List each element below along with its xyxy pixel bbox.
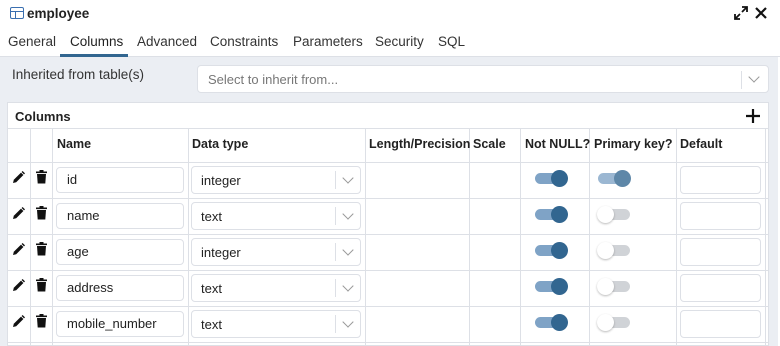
tab-security[interactable]: Security: [375, 34, 424, 49]
chevron-down-icon: [342, 316, 354, 328]
primary-key-toggle[interactable]: [597, 242, 630, 259]
data-type-value: text: [201, 281, 222, 296]
table-icon: [10, 7, 24, 19]
select-divider: [335, 171, 336, 189]
not-null-toggle[interactable]: [535, 170, 568, 187]
title-bar: employee: [0, 0, 780, 28]
tab-columns[interactable]: Columns: [70, 34, 123, 49]
select-divider: [335, 207, 336, 225]
default-value-input[interactable]: [680, 310, 761, 338]
inherit-select[interactable]: Select to inherit from...: [197, 65, 769, 93]
primary-key-toggle[interactable]: [597, 278, 630, 295]
tab-parameters[interactable]: Parameters: [293, 34, 363, 49]
default-value-input[interactable]: [680, 238, 761, 266]
data-type-select[interactable]: text: [191, 310, 361, 338]
select-divider: [335, 315, 336, 333]
toggle-knob: [551, 278, 568, 295]
primary-key-toggle[interactable]: [598, 170, 631, 187]
trash-icon[interactable]: [36, 242, 47, 256]
toggle-knob: [614, 170, 631, 187]
expand-icon[interactable]: [732, 4, 750, 22]
grid-line: [8, 128, 768, 129]
trash-icon[interactable]: [36, 170, 47, 184]
not-null-toggle[interactable]: [535, 206, 568, 223]
data-type-value: integer: [201, 245, 241, 260]
chevron-down-icon: [748, 71, 760, 83]
data-type-select[interactable]: integer: [191, 166, 361, 194]
columns-panel-title: Columns: [15, 109, 71, 124]
trash-icon[interactable]: [36, 314, 47, 328]
column-name-input[interactable]: mobile_number: [56, 311, 184, 337]
window-title: employee: [27, 6, 90, 21]
default-value-input[interactable]: [680, 166, 761, 194]
pencil-icon[interactable]: [12, 279, 25, 292]
select-divider: [335, 279, 336, 297]
header-scale[interactable]: Scale: [473, 137, 506, 151]
chevron-down-icon: [342, 280, 354, 292]
not-null-toggle[interactable]: [535, 314, 568, 331]
data-type-select[interactable]: text: [191, 202, 361, 230]
tab-advanced[interactable]: Advanced: [137, 34, 197, 49]
chevron-down-icon: [342, 208, 354, 220]
toggle-knob: [551, 242, 568, 259]
data-type-select[interactable]: text: [191, 274, 361, 302]
data-type-select[interactable]: integer: [191, 238, 361, 266]
inherit-label: Inherited from table(s): [12, 67, 145, 82]
trash-icon[interactable]: [36, 206, 47, 220]
pencil-icon[interactable]: [12, 243, 25, 256]
table-row: id integer: [0, 163, 780, 199]
primary-key-toggle[interactable]: [597, 206, 630, 223]
toggle-knob: [551, 206, 568, 223]
not-null-toggle[interactable]: [535, 278, 568, 295]
data-type-value: integer: [201, 173, 241, 188]
data-type-value: text: [201, 317, 222, 332]
toggle-knob: [551, 314, 568, 331]
header-not-null[interactable]: Not NULL?: [525, 137, 590, 151]
toggle-knob: [597, 206, 614, 223]
toggle-knob: [597, 314, 614, 331]
header-primary-key[interactable]: Primary key?: [594, 137, 673, 151]
not-null-toggle[interactable]: [535, 242, 568, 259]
chevron-down-icon: [342, 244, 354, 256]
column-name-input[interactable]: age: [56, 239, 184, 265]
plus-icon: [746, 109, 760, 123]
pencil-icon[interactable]: [12, 315, 25, 328]
header-name[interactable]: Name: [57, 137, 91, 151]
column-name-input[interactable]: name: [56, 203, 184, 229]
header-length-precision[interactable]: Length/Precision: [369, 137, 470, 151]
primary-key-toggle[interactable]: [597, 314, 630, 331]
close-icon[interactable]: [752, 4, 770, 22]
add-column-button[interactable]: [746, 105, 760, 127]
default-value-input[interactable]: [680, 202, 761, 230]
toggle-knob: [597, 278, 614, 295]
tab-general[interactable]: General: [8, 34, 56, 49]
column-name-input[interactable]: address: [56, 275, 184, 301]
pencil-icon[interactable]: [12, 171, 25, 184]
toggle-knob: [597, 242, 614, 259]
table-row: address text: [0, 271, 780, 307]
table-row: mobile_number text: [0, 307, 780, 343]
tab-sql[interactable]: SQL: [438, 34, 465, 49]
toggle-knob: [551, 170, 568, 187]
chevron-down-icon: [342, 172, 354, 184]
data-type-value: text: [201, 209, 222, 224]
table-row: age integer: [0, 235, 780, 271]
select-divider: [741, 71, 742, 89]
inherit-placeholder: Select to inherit from...: [208, 72, 339, 87]
tab-bar: General Columns Advanced Constraints Par…: [0, 28, 780, 57]
tab-constraints[interactable]: Constraints: [210, 34, 278, 49]
header-default[interactable]: Default: [680, 137, 722, 151]
select-divider: [335, 243, 336, 261]
header-data-type[interactable]: Data type: [192, 137, 248, 151]
column-name-input[interactable]: id: [56, 167, 184, 193]
default-value-input[interactable]: [680, 274, 761, 302]
trash-icon[interactable]: [36, 278, 47, 292]
pencil-icon[interactable]: [12, 207, 25, 220]
table-row: name text: [0, 199, 780, 235]
